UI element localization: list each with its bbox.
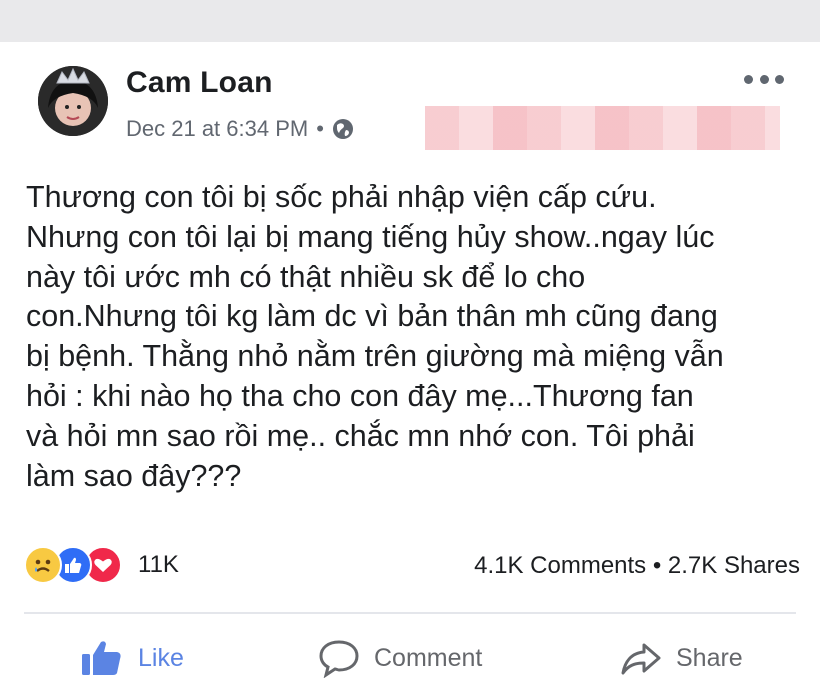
more-dot <box>775 74 784 84</box>
thumbs-up-icon <box>82 641 121 675</box>
reaction-summary[interactable]: 11K <box>24 546 179 584</box>
top-bar <box>0 0 820 42</box>
post-body-text: Thương con tôi bị sốc phải nhập viện cấp… <box>26 180 724 493</box>
comment-icon <box>319 640 359 678</box>
post-timestamp[interactable]: Dec 21 at 6:34 PM <box>126 116 308 142</box>
action-bar: Like Comment Share <box>0 630 820 686</box>
redacted-text-block <box>425 106 780 150</box>
more-options-icon[interactable] <box>744 66 784 92</box>
sad-reaction-icon <box>24 546 62 584</box>
share-label: Share <box>676 643 743 672</box>
like-button[interactable]: Like <box>80 630 184 686</box>
share-icon <box>621 643 661 675</box>
globe-icon[interactable] <box>332 118 354 140</box>
like-label: Like <box>138 643 184 672</box>
more-dot <box>759 74 769 84</box>
divider <box>24 612 796 614</box>
post-meta: Dec 21 at 6:34 PM • <box>126 116 354 142</box>
comment-label: Comment <box>374 643 483 672</box>
comments-shares-count[interactable]: 4.1K Comments • 2.7K Shares <box>420 552 800 580</box>
author-name[interactable]: Cam Loan <box>126 66 273 100</box>
more-dot <box>744 74 753 84</box>
share-button[interactable]: Share <box>620 630 743 686</box>
reaction-count[interactable]: 11K <box>138 551 179 579</box>
avatar-photo <box>38 66 108 136</box>
avatar[interactable] <box>38 66 108 136</box>
comment-button[interactable]: Comment <box>318 630 482 686</box>
meta-separator: • <box>316 116 324 141</box>
